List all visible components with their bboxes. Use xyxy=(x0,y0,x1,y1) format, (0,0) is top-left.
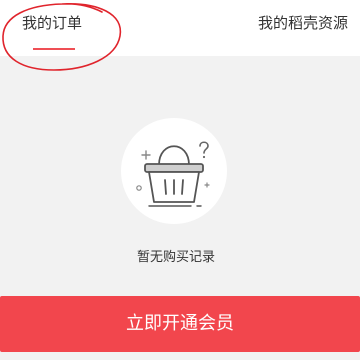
empty-basket-icon xyxy=(121,118,227,224)
tab-bar: 我的订单 我的稻壳资源 xyxy=(0,0,360,56)
tab-my-orders[interactable]: 我的订单 xyxy=(22,12,84,33)
active-tab-indicator xyxy=(33,48,75,50)
open-membership-button[interactable]: 立即开通会员 xyxy=(0,296,360,352)
empty-state-message: 暂无购买记录 xyxy=(136,249,215,264)
tab-my-docer-resources[interactable]: 我的稻壳资源 xyxy=(258,12,348,33)
